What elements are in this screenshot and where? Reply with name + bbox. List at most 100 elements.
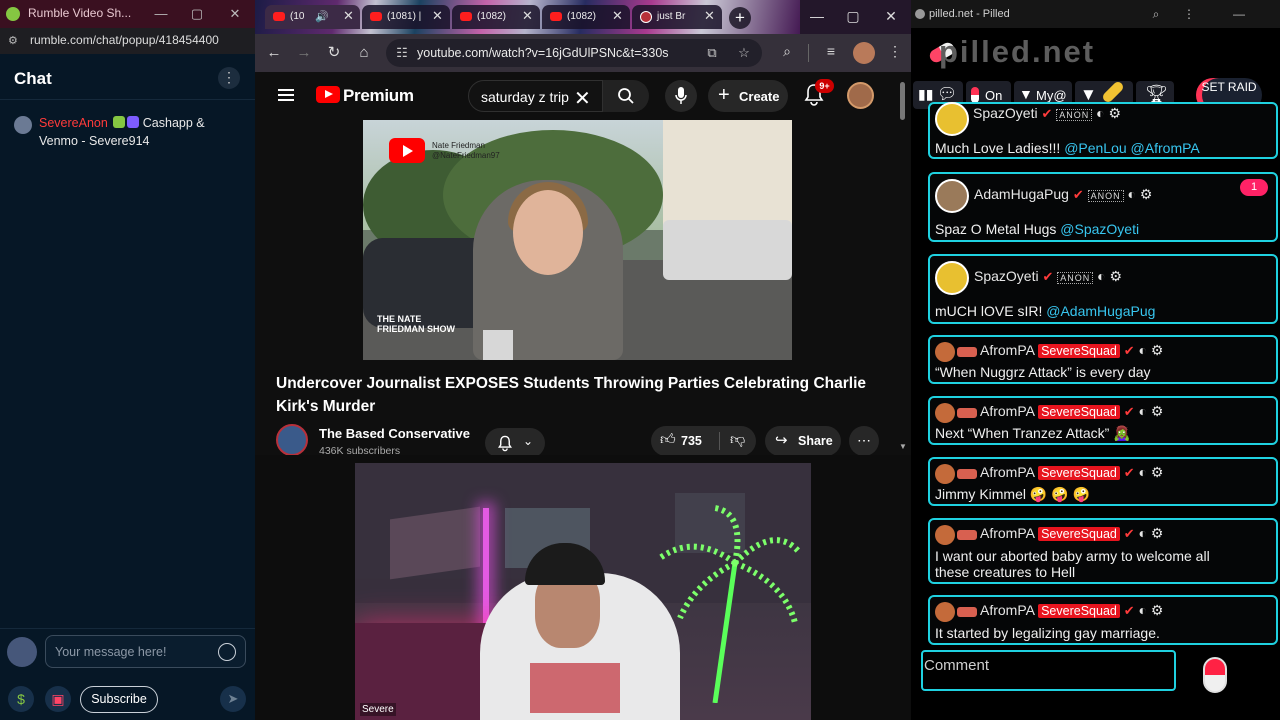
chat-username[interactable]: SpazOyeti ✔ ANON ◐ ⚙: [974, 268, 1122, 285]
menu-icon[interactable]: [278, 89, 294, 101]
youtube-watermark-icon: [389, 138, 425, 163]
tab-youtube-4[interactable]: (1082) ✕: [542, 5, 630, 29]
bookmark-star-icon[interactable]: ☆: [736, 45, 752, 61]
youtube-brand[interactable]: Premium: [343, 86, 414, 106]
back-icon[interactable]: ←: [264, 43, 284, 63]
verified-check-icon: ✔: [1042, 269, 1054, 284]
home-icon[interactable]: ⌂: [354, 43, 374, 63]
chat-username[interactable]: SpazOyeti ✔ ANON ◐ ⚙: [973, 105, 1121, 122]
account-avatar[interactable]: [847, 82, 874, 109]
chrome-menu-icon[interactable]: ⋮: [885, 43, 905, 63]
rumble-address-bar[interactable]: ⚙ rumble.com/chat/popup/418454400: [0, 28, 255, 54]
tab-youtube-3[interactable]: (1082) ✕: [452, 5, 540, 29]
minimize-icon[interactable]: —: [150, 4, 172, 24]
emoji-icon[interactable]: [218, 643, 236, 661]
page-scrollbar[interactable]: [900, 82, 905, 120]
search-input[interactable]: saturday z trip ✕: [468, 80, 603, 112]
app-menu-icon[interactable]: ⋮: [1181, 7, 1197, 23]
search-button[interactable]: [603, 80, 649, 112]
pill-toggle-label: On: [985, 88, 1003, 103]
close-icon[interactable]: ✕: [224, 4, 246, 24]
gift-icon[interactable]: ▣: [45, 686, 71, 712]
chat-username[interactable]: AfromPA SevereSquad ✔ ◐ ⚙: [980, 403, 1163, 420]
chat-message-text: It started by legalizing gay marriage.: [935, 625, 1160, 641]
chat-username[interactable]: AfromPA SevereSquad ✔ ◐ ⚙: [980, 464, 1163, 481]
pilled-logo[interactable]: pilled.net: [939, 34, 1095, 70]
tab-close-icon[interactable]: ✕: [612, 8, 623, 24]
user-avatar[interactable]: [935, 102, 969, 136]
like-count[interactable]: 735: [681, 434, 702, 448]
chat-username[interactable]: AfromPA SevereSquad ✔ ◐ ⚙: [980, 342, 1163, 359]
chat-menu-icon[interactable]: ⋮: [218, 67, 240, 89]
send-icon[interactable]: ➤: [220, 686, 246, 712]
address-bar[interactable]: ☷ youtube.com/watch?v=16jGdUlPSNc&t=330s…: [386, 39, 762, 67]
mention-link[interactable]: @SpazOyeti: [1060, 221, 1139, 237]
chat-message-text: mUCH lOVE sIR! @AdamHugaPug: [935, 303, 1156, 319]
user-avatar[interactable]: [935, 403, 955, 423]
subscription-bell-button[interactable]: ⌄: [485, 428, 545, 458]
maximize-icon[interactable]: ▢: [843, 8, 863, 26]
tab-close-icon[interactable]: ✕: [432, 8, 443, 24]
new-tab-button[interactable]: +: [729, 7, 751, 29]
chat-username[interactable]: SevereAnon: [39, 116, 108, 130]
youtube-logo-icon[interactable]: [316, 86, 340, 103]
chat-username[interactable]: AfromPA SevereSquad ✔ ◐ ⚙: [980, 602, 1163, 619]
forward-icon[interactable]: →: [294, 43, 314, 63]
chat-username[interactable]: AfromPA SevereSquad ✔ ◐ ⚙: [980, 525, 1163, 542]
like-icon[interactable]: 👍︎: [660, 431, 676, 449]
squad-badge: SevereSquad: [1038, 344, 1120, 358]
tab-other[interactable]: just Br ✕: [632, 5, 722, 29]
maximize-icon[interactable]: ▢: [186, 4, 208, 24]
user-avatar[interactable]: [935, 464, 955, 484]
lens-icon[interactable]: ⌕: [777, 43, 797, 63]
comment-input[interactable]: Comment: [921, 650, 1176, 691]
mention-link[interactable]: @AdamHugaPug: [1046, 303, 1155, 319]
rumble-window-title: Rumble Video Sh...: [28, 6, 132, 20]
create-button[interactable]: + Create: [708, 80, 788, 112]
tab-youtube-1[interactable]: (10 🔊 ✕: [265, 5, 360, 29]
verified-check-icon: ✔: [1123, 526, 1135, 541]
user-avatar[interactable]: [935, 525, 955, 545]
tab-strip: (10 🔊 ✕ (1081) | ✕ (1082) ✕ (1082) ✕ jus…: [255, 0, 911, 34]
verified-check-icon: ✔: [1123, 343, 1135, 358]
user-avatar[interactable]: [935, 179, 969, 213]
audio-playing-icon[interactable]: 🔊: [315, 10, 329, 23]
share-button[interactable]: ↪ Share: [765, 426, 841, 456]
more-actions-icon[interactable]: ⋯: [849, 426, 879, 456]
media-controls-icon[interactable]: ≡: [821, 43, 841, 63]
open-in-app-icon[interactable]: ⧉: [704, 45, 720, 61]
chat-username[interactable]: AdamHugaPug ✔ ANON ◐ ⚙: [974, 186, 1152, 203]
dislike-icon[interactable]: 👎︎: [730, 431, 745, 449]
user-avatar[interactable]: [935, 342, 955, 362]
mention-link[interactable]: @PenLou @AfromPA: [1064, 140, 1200, 156]
user-avatar[interactable]: [935, 261, 969, 295]
tab-close-icon[interactable]: ✕: [343, 8, 354, 24]
clear-search-icon[interactable]: ✕: [574, 86, 591, 111]
chat-message-input[interactable]: Your message here!: [45, 635, 246, 668]
scroll-down-icon[interactable]: ▼: [899, 442, 907, 451]
profile-avatar[interactable]: [853, 42, 875, 64]
user-avatar[interactable]: [935, 602, 955, 622]
minimize-icon[interactable]: —: [807, 8, 827, 26]
minimize-icon[interactable]: —: [1231, 7, 1247, 23]
tab-youtube-2[interactable]: (1081) | ✕: [362, 5, 450, 29]
reload-icon[interactable]: ↻: [324, 43, 344, 63]
chat-message-text: Jimmy Kimmel 🤪 🤪 🤪: [935, 486, 1090, 502]
voice-search-button[interactable]: [665, 80, 697, 112]
zoom-icon[interactable]: ⌕: [1148, 7, 1164, 23]
divider: [0, 99, 255, 100]
tab-close-icon[interactable]: ✕: [704, 8, 715, 24]
site-settings-icon[interactable]: ⚙: [8, 34, 22, 48]
video-frame-face: [513, 190, 583, 275]
close-icon[interactable]: ✕: [881, 8, 901, 26]
send-pill-icon[interactable]: [1203, 657, 1227, 693]
my-avatar[interactable]: [7, 637, 37, 667]
channel-avatar[interactable]: [276, 424, 308, 456]
unread-count-badge[interactable]: 1: [1240, 179, 1268, 196]
site-info-icon[interactable]: ☷: [394, 45, 410, 61]
channel-name[interactable]: The Based Conservative: [319, 426, 470, 441]
video-player[interactable]: Nate Friedman @NateFriedman97 THE NATE F…: [363, 120, 792, 360]
subscribe-button[interactable]: Subscribe: [80, 686, 158, 713]
tab-close-icon[interactable]: ✕: [522, 8, 533, 24]
tip-dollar-icon[interactable]: $: [8, 686, 34, 712]
